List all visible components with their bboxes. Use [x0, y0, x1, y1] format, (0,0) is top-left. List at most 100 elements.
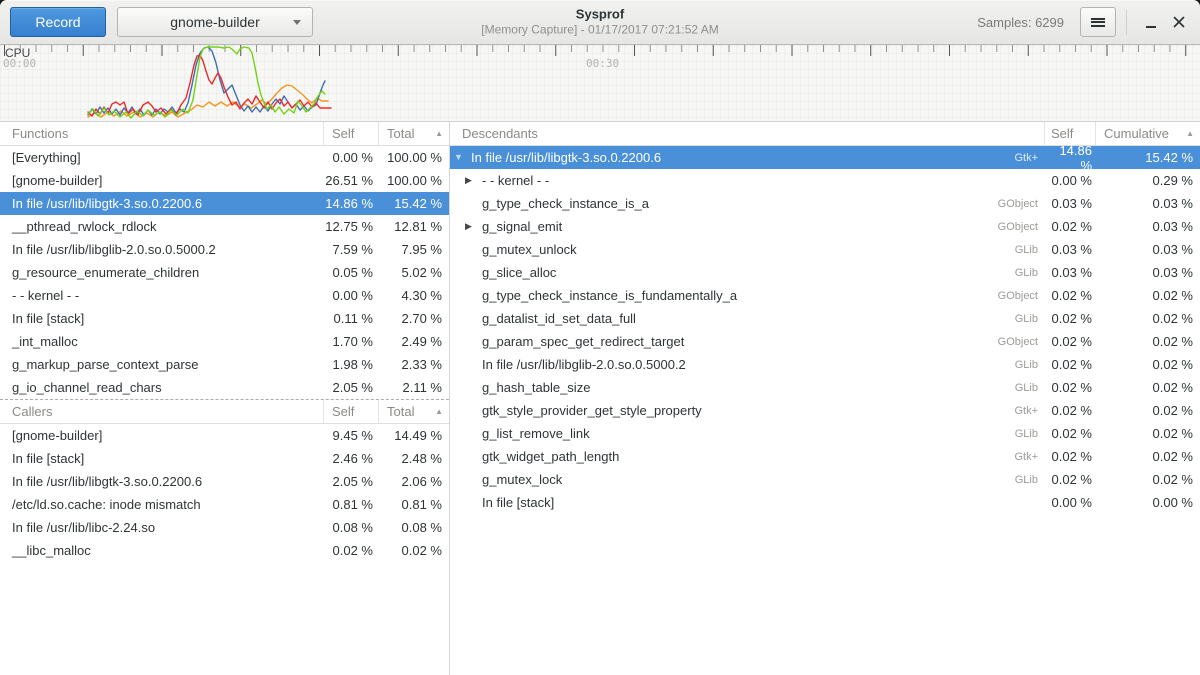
descendant-self-cell: 14.86 % [1046, 143, 1096, 173]
functions-header-row: Functions Self Total ▲ [0, 122, 449, 146]
descendant-row[interactable]: ▶g_signal_emitGObject0.02 %0.03 % [450, 215, 1200, 238]
descendant-cumulative-cell: 0.02 % [1096, 472, 1200, 487]
function-total-cell: 2.33 % [379, 357, 449, 372]
functions-column-header[interactable]: Functions [0, 122, 324, 145]
descendant-row[interactable]: In file [stack]0.00 %0.00 % [450, 491, 1200, 514]
caller-row[interactable]: In file /usr/lib/libc-2.24.so0.08 %0.08 … [0, 516, 449, 539]
function-row[interactable]: In file /usr/lib/libgtk-3.so.0.2200.614.… [0, 192, 449, 215]
function-row[interactable]: __pthread_rwlock_rdlock12.75 %12.81 % [0, 215, 449, 238]
descendant-row[interactable]: g_slice_allocGLib0.03 %0.03 % [450, 261, 1200, 284]
descendant-row[interactable]: In file /usr/lib/libglib-2.0.so.0.5000.2… [450, 353, 1200, 376]
descendant-name-cell: In file /usr/lib/libgtk-3.so.0.2200.6 [471, 150, 1014, 165]
descendant-row[interactable]: g_type_check_instance_is_aGObject0.03 %0… [450, 192, 1200, 215]
target-process-dropdown[interactable]: gnome-builder [117, 7, 313, 37]
callers-self-column-header[interactable]: Self [324, 400, 379, 423]
function-row[interactable]: g_io_channel_read_chars2.05 %2.11 % [0, 376, 449, 399]
function-self-cell: 7.59 % [324, 242, 379, 257]
expander-closed-icon[interactable]: ▶ [465, 176, 480, 185]
function-row[interactable]: _int_malloc1.70 %2.49 % [0, 330, 449, 353]
callers-column-header[interactable]: Callers [0, 400, 324, 423]
expander-closed-icon[interactable]: ▶ [465, 222, 480, 231]
hamburger-icon [1091, 16, 1105, 28]
close-icon [1173, 16, 1185, 28]
library-tag: GLib [1015, 428, 1038, 440]
caller-row[interactable]: In file /usr/lib/libgtk-3.so.0.2200.62.0… [0, 470, 449, 493]
descendant-row[interactable]: ▼In file /usr/lib/libgtk-3.so.0.2200.6Gt… [450, 146, 1200, 169]
caller-row[interactable]: [gnome-builder]9.45 %14.49 % [0, 424, 449, 447]
function-row[interactable]: [gnome-builder]26.51 %100.00 % [0, 169, 449, 192]
window-title: Sysprof [481, 6, 718, 22]
descendant-row[interactable]: g_mutex_unlockGLib0.03 %0.03 % [450, 238, 1200, 261]
function-self-cell: 0.00 % [324, 288, 379, 303]
library-tag: GLib [1015, 267, 1038, 279]
function-self-cell: 1.70 % [324, 334, 379, 349]
descendant-row[interactable]: g_param_spec_get_redirect_targetGObject0… [450, 330, 1200, 353]
descendant-row[interactable]: gtk_widget_path_lengthGtk+0.02 %0.02 % [450, 445, 1200, 468]
library-tag: Gtk+ [1014, 451, 1038, 463]
descendant-self-cell: 0.02 % [1046, 311, 1096, 326]
function-row[interactable]: [Everything]0.00 %100.00 % [0, 146, 449, 169]
library-tag: GObject [998, 198, 1038, 210]
function-row[interactable]: - - kernel - -0.00 %4.30 % [0, 284, 449, 307]
library-tag: GLib [1015, 244, 1038, 256]
function-name-cell: In file /usr/lib/libgtk-3.so.0.2200.6 [0, 196, 324, 211]
titlebar-separator [1126, 10, 1127, 35]
descendant-row[interactable]: g_hash_table_sizeGLib0.02 %0.02 % [450, 376, 1200, 399]
minimize-button[interactable] [1137, 8, 1165, 36]
descendant-name-cell: g_type_check_instance_is_a [482, 196, 998, 211]
callers-table: [gnome-builder]9.45 %14.49 %In file [sta… [0, 424, 449, 562]
caller-row[interactable]: __libc_malloc0.02 %0.02 % [0, 539, 449, 562]
descendant-name-cell: g_datalist_id_set_data_full [482, 311, 1015, 326]
caller-row[interactable]: /etc/ld.so.cache: inode mismatch0.81 %0.… [0, 493, 449, 516]
descendant-row[interactable]: g_datalist_id_set_data_fullGLib0.02 %0.0… [450, 307, 1200, 330]
descendant-cumulative-cell: 0.29 % [1096, 173, 1200, 188]
descendant-row[interactable]: ▶- - kernel - -0.00 %0.29 % [450, 169, 1200, 192]
descendant-self-cell: 0.03 % [1046, 265, 1096, 280]
functions-total-column-header[interactable]: Total ▲ [379, 122, 449, 145]
function-total-cell: 2.11 % [379, 380, 449, 395]
descendant-self-cell: 0.02 % [1046, 426, 1096, 441]
function-name-cell: g_resource_enumerate_children [0, 265, 324, 280]
descendant-cumulative-cell: 0.02 % [1096, 403, 1200, 418]
function-row[interactable]: In file /usr/lib/libglib-2.0.so.0.5000.2… [0, 238, 449, 261]
descendant-self-cell: 0.02 % [1046, 403, 1096, 418]
function-row[interactable]: In file [stack]0.11 %2.70 % [0, 307, 449, 330]
menu-button[interactable] [1080, 7, 1116, 37]
function-name-cell: g_io_channel_read_chars [0, 380, 324, 395]
record-button[interactable]: Record [10, 7, 106, 37]
function-self-cell: 26.51 % [324, 173, 379, 188]
descendants-column-header[interactable]: Descendants [450, 122, 1045, 145]
descendants-cumulative-column-header[interactable]: Cumulative ▲ [1096, 122, 1200, 145]
callers-total-column-header[interactable]: Total ▲ [379, 400, 449, 423]
descendant-cumulative-cell: 0.02 % [1096, 426, 1200, 441]
caller-name-cell: In file /usr/lib/libc-2.24.so [0, 520, 324, 535]
descendant-row[interactable]: g_mutex_lockGLib0.02 %0.02 % [450, 468, 1200, 491]
library-tag: GLib [1015, 359, 1038, 371]
function-row[interactable]: g_resource_enumerate_children0.05 %5.02 … [0, 261, 449, 284]
function-name-cell: In file [stack] [0, 311, 324, 326]
window-title-block: Sysprof [Memory Capture] - 01/17/2017 07… [481, 6, 718, 37]
right-pane: Descendants Self Cumulative ▲ ▼In file /… [450, 122, 1200, 675]
descendant-self-cell: 0.02 % [1046, 288, 1096, 303]
descendant-self-cell: 0.02 % [1046, 219, 1096, 234]
functions-self-column-header[interactable]: Self [324, 122, 379, 145]
function-name-cell: - - kernel - - [0, 288, 324, 303]
descendant-name-cell: g_mutex_lock [482, 472, 1015, 487]
descendant-row[interactable]: gtk_style_provider_get_style_propertyGtk… [450, 399, 1200, 422]
expander-open-icon[interactable]: ▼ [454, 153, 469, 162]
function-row[interactable]: g_markup_parse_context_parse1.98 %2.33 % [0, 353, 449, 376]
time-label-mid: 00:30 [586, 57, 619, 70]
descendant-row[interactable]: g_list_remove_linkGLib0.02 %0.02 % [450, 422, 1200, 445]
chevron-down-icon [293, 20, 301, 25]
descendant-name-cell: g_hash_table_size [482, 380, 1015, 395]
library-tag: GObject [998, 290, 1038, 302]
close-button[interactable] [1165, 8, 1193, 36]
time-label-start: 00:00 [3, 57, 36, 70]
caller-row[interactable]: In file [stack]2.46 %2.48 % [0, 447, 449, 470]
function-total-cell: 5.02 % [379, 265, 449, 280]
caller-total-cell: 2.48 % [379, 451, 449, 466]
caller-name-cell: /etc/ld.so.cache: inode mismatch [0, 497, 324, 512]
descendant-self-cell: 0.00 % [1046, 495, 1096, 510]
descendant-row[interactable]: g_type_check_instance_is_fundamentally_a… [450, 284, 1200, 307]
descendant-name-cell: - - kernel - - [482, 173, 1038, 188]
